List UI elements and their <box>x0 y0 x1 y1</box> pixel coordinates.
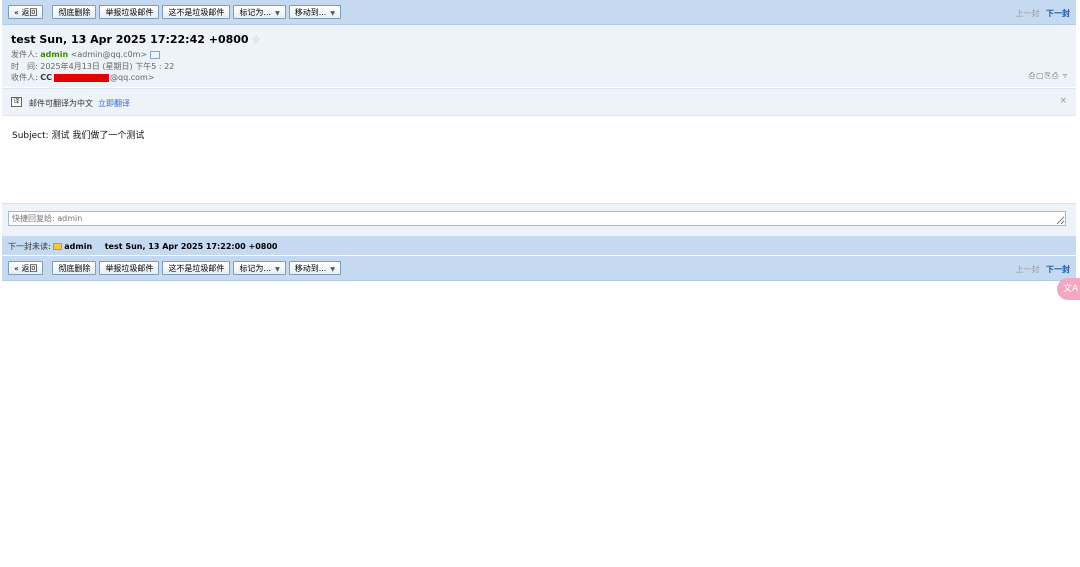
move-to-label: 移动到... <box>294 8 327 17</box>
next-unread-sender: admin <box>64 242 93 251</box>
recipient-suffix: @qq.com> <box>110 73 155 82</box>
report-spam-button[interactable]: 举报垃圾邮件 <box>99 261 160 275</box>
mark-as-dropdown[interactable]: 标记为... ▼ <box>233 261 286 275</box>
chevron-down-icon: ▼ <box>330 266 335 273</box>
translate-float-icon[interactable]: 文A <box>1057 278 1080 300</box>
quick-reply-area <box>2 203 1076 236</box>
envelope-icon <box>53 243 63 250</box>
bottom-toolbar: « 返回 彻底删除 举报垃圾邮件 这不是垃圾邮件 标记为... ▼ 移动到... ▼… <box>2 256 1076 281</box>
sender-row: 发件人: admin <admin@qq.c0m> <box>11 49 161 60</box>
sender-name[interactable]: admin <box>40 50 68 59</box>
next-unread-label: 下一封未读: <box>8 242 51 251</box>
translate-bar: 译 邮件可翻译为中文 立即翻译 × <box>2 88 1076 116</box>
time-label: 时 间: <box>11 62 38 71</box>
mark-as-label: 标记为... <box>239 8 272 17</box>
translate-icon: 译 <box>11 97 22 107</box>
move-to-label: 移动到... <box>294 264 327 273</box>
to-label: 收件人: <box>11 73 38 82</box>
chevron-down-icon: ▼ <box>330 10 335 17</box>
chevron-down-icon: ▼ <box>275 266 280 273</box>
mail-subject: test Sun, 13 Apr 2025 17:22:42 +0800 ☆ <box>11 33 261 46</box>
close-icon[interactable]: × <box>1059 96 1067 106</box>
back-button[interactable]: « 返回 <box>8 261 44 275</box>
time-value: 2025年4月13日 (星期日) 下午5 : 22 <box>40 62 175 71</box>
mail-body: Subject: 测试 我们做了一个测试 <box>12 131 145 141</box>
move-to-dropdown[interactable]: 移动到... ▼ <box>288 261 341 275</box>
translate-now-link[interactable]: 立即翻译 <box>98 99 130 108</box>
contact-card-icon[interactable] <box>150 50 161 59</box>
prev-mail-link[interactable]: 上一封 <box>1015 9 1039 18</box>
redaction-block <box>54 73 109 82</box>
pager: 上一封 下一封 <box>1015 264 1070 275</box>
translate-text: 邮件可翻译为中文 <box>29 99 93 108</box>
recipient-row: 收件人: CC @qq.com> <box>11 72 155 83</box>
subject-text: test Sun, 13 Apr 2025 17:22:42 +0800 <box>11 33 249 46</box>
top-toolbar: « 返回 彻底删除 举报垃圾邮件 这不是垃圾邮件 标记为... ▼ 移动到... ▼… <box>2 0 1076 25</box>
next-unread-bar: 下一封未读: admin test Sun, 13 Apr 2025 17:22… <box>2 236 1076 255</box>
time-row: 时 间: 2025年4月13日 (星期日) 下午5 : 22 <box>11 61 174 72</box>
move-to-dropdown[interactable]: 移动到... ▼ <box>288 5 341 19</box>
not-spam-button[interactable]: 这不是垃圾邮件 <box>162 261 231 275</box>
delete-button[interactable]: 彻底删除 <box>52 261 97 275</box>
mark-as-label: 标记为... <box>239 264 272 273</box>
sender-address: <admin@qq.c0m> <box>70 50 148 59</box>
report-spam-button[interactable]: 举报垃圾邮件 <box>99 5 160 19</box>
star-icon[interactable]: ☆ <box>252 35 261 46</box>
next-mail-link[interactable]: 下一封 <box>1046 9 1070 18</box>
mail-header: test Sun, 13 Apr 2025 17:22:42 +0800 ☆ 发件… <box>2 25 1076 87</box>
recipient-prefix: CC <box>40 73 52 82</box>
quick-reply-input[interactable] <box>8 211 1066 226</box>
back-button[interactable]: « 返回 <box>8 5 44 19</box>
chevron-down-icon: ▼ <box>275 10 280 17</box>
mark-as-dropdown[interactable]: 标记为... ▼ <box>233 5 286 19</box>
translate-message: 邮件可翻译为中文 立即翻译 <box>29 98 130 109</box>
not-spam-button[interactable]: 这不是垃圾邮件 <box>162 5 231 19</box>
header-tools-icons[interactable]: ⎙▢⎘⎙ ▿ <box>1029 71 1068 81</box>
pager: 上一封 下一封 <box>1015 8 1070 19</box>
from-label: 发件人: <box>11 50 38 59</box>
prev-mail-link[interactable]: 上一封 <box>1015 265 1039 274</box>
next-unread-row[interactable]: 下一封未读: admin test Sun, 13 Apr 2025 17:22… <box>8 241 277 252</box>
next-mail-link[interactable]: 下一封 <box>1046 265 1070 274</box>
next-unread-subject: test Sun, 13 Apr 2025 17:22:00 +0800 <box>104 242 278 251</box>
delete-button[interactable]: 彻底删除 <box>52 5 97 19</box>
